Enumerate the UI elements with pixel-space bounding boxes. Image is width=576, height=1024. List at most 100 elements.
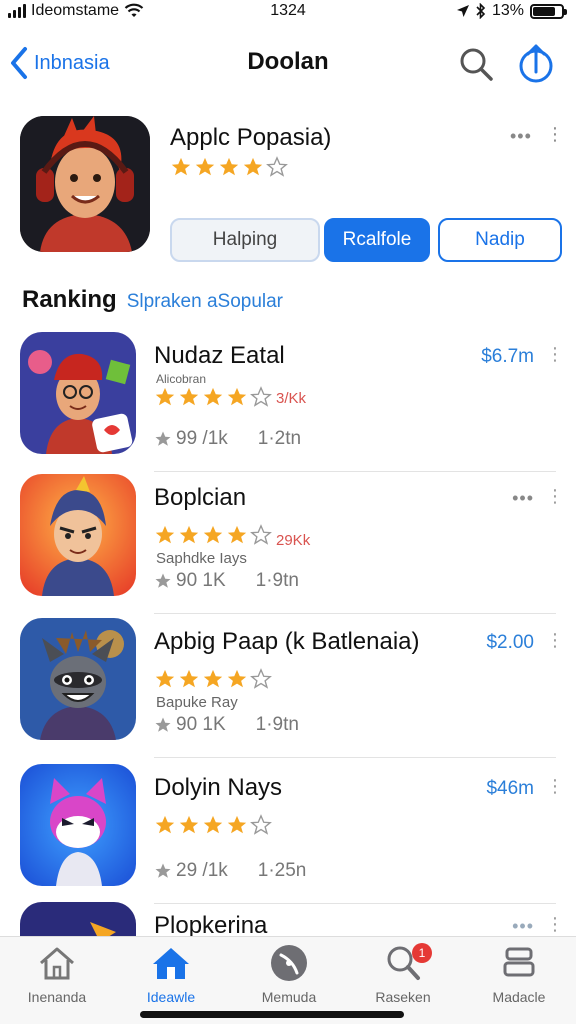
star-filled-icon (203, 669, 223, 688)
review-count: 29Kk (276, 532, 311, 549)
star-filled-icon (155, 387, 175, 406)
app-rating (154, 386, 272, 408)
star-filled-icon (203, 815, 223, 834)
battery-icon (530, 3, 567, 19)
app-rating (154, 814, 272, 836)
list-item[interactable]: Nudaz Eatal $6.7m ⋮ Alicobran 3/Kk 99 /1… (0, 332, 576, 472)
star-empty-icon (250, 814, 272, 835)
star-filled-icon (171, 157, 191, 176)
tab-label: Memuda (261, 989, 317, 1005)
star-filled-icon (179, 669, 199, 688)
tab-madacle[interactable]: Madacle (464, 943, 574, 1015)
app-icon[interactable] (20, 764, 136, 886)
halping-button[interactable]: Halping (170, 218, 320, 262)
share-icon[interactable] (514, 42, 558, 86)
app-name: Plopkerina (154, 912, 268, 936)
tab-inenanda[interactable]: Inenanda (2, 943, 112, 1015)
more-icon[interactable]: ••• (510, 126, 532, 147)
back-label: Inbnasia (34, 51, 110, 74)
size-text: 1·9tn (255, 714, 299, 735)
list-item[interactable]: Apbig Paap (k Batlenaia) $2.00 ⋮ Bapuke … (0, 618, 576, 758)
app-meta: 90 1K 1·9tn (154, 714, 299, 736)
app-artwork-icon (20, 902, 136, 936)
location-icon (456, 5, 469, 17)
star-filled-icon (227, 669, 247, 688)
app-price[interactable]: $2.00 (486, 632, 534, 654)
size-text: 1·2tn (257, 428, 302, 449)
home-indicator[interactable] (140, 1011, 404, 1018)
downloads-text: 29 /1k (176, 860, 228, 881)
tab-ideawle[interactable]: Ideawle (116, 943, 226, 1015)
kebab-menu-icon[interactable]: ⋮ (546, 630, 564, 651)
size-text: 1·9tn (255, 570, 299, 591)
app-name: Nudaz Eatal (154, 342, 285, 369)
star-filled-icon (195, 157, 215, 176)
chevron-left-icon (11, 47, 27, 79)
app-icon[interactable] (20, 474, 136, 596)
featured-app-icon[interactable] (20, 116, 150, 252)
notification-badge: 1 (412, 943, 432, 963)
battery-percent: 13% (491, 2, 524, 19)
app-meta: 29 /1k 1·25n (154, 860, 306, 882)
kebab-menu-icon[interactable]: ⋮ (546, 344, 564, 365)
downloads-text: 90 1K (176, 714, 226, 735)
star-filled-icon (179, 387, 199, 406)
character-avatar-icon (20, 116, 150, 252)
ranking-title: Ranking (22, 286, 117, 313)
ranking-subtitle-link[interactable]: Slpraken aSopular (127, 291, 283, 313)
app-icon[interactable] (20, 332, 136, 454)
rating-meta: 90 1K (154, 570, 226, 592)
rating-meta: 29 /1k (154, 860, 228, 882)
status-right: 13% (456, 2, 567, 20)
cat-character-icon (20, 764, 136, 886)
app-developer: Alicobran (156, 372, 207, 386)
home-outline-icon (40, 947, 74, 980)
downloads-text: 99 /1k (176, 428, 228, 449)
more-icon[interactable]: ••• (512, 916, 534, 936)
star-filled-icon (227, 815, 247, 834)
app-icon[interactable] (20, 618, 136, 740)
status-bar: Ideomstame 1324 13% (0, 0, 576, 26)
back-button[interactable]: Inbnasia (8, 46, 110, 80)
list-item[interactable]: Plopkerina ••• ⋮ (0, 902, 576, 936)
app-developer: Saphdke Iays (156, 550, 247, 567)
more-icon[interactable]: ••• (512, 488, 534, 509)
star-filled-icon (179, 815, 199, 834)
tab-memuda[interactable]: Memuda (234, 943, 344, 1015)
app-rating (154, 668, 272, 690)
tab-label: Ideawle (146, 989, 196, 1005)
app-icon[interactable] (20, 902, 136, 936)
star-outline-icon (155, 863, 171, 878)
nadip-button[interactable]: Nadip (438, 218, 562, 262)
rating-meta: 90 1K (154, 714, 226, 736)
kebab-menu-icon[interactable]: ⋮ (546, 486, 564, 507)
kebab-menu-icon[interactable]: ⋮ (546, 124, 564, 145)
list-item[interactable]: Dolyin Nays $46m ⋮ 29 /1k 1·25n (0, 764, 576, 904)
app-meta: 90 1K 1·9tn (154, 570, 299, 592)
star-outline-icon (155, 431, 171, 446)
featured-app-name[interactable]: Applc Popasia) (170, 124, 331, 152)
list-item[interactable]: Boplcian ••• ⋮ 29Kk Saphdke Iays 90 1K 1… (0, 474, 576, 614)
downloads-text: 90 1K (176, 570, 226, 591)
star-filled-icon (155, 669, 175, 688)
ranking-header: Ranking Slpraken aSopular (22, 286, 283, 314)
nav-bar: Inbnasia Doolan (0, 34, 576, 94)
kebab-menu-icon[interactable]: ⋮ (546, 914, 564, 935)
tab-raseken[interactable]: 1 Raseken (348, 943, 458, 1015)
divider (154, 757, 556, 758)
review-count: 3/Kk (276, 390, 307, 407)
app-price[interactable]: $6.7m (481, 346, 534, 368)
kebab-menu-icon[interactable]: ⋮ (546, 776, 564, 797)
bluetooth-icon (476, 3, 486, 19)
featured-buttons: Halping Rcalfole Nadip (170, 218, 562, 262)
star-filled-icon (203, 525, 223, 544)
star-filled-icon (227, 387, 247, 406)
app-price[interactable]: $46m (486, 778, 534, 800)
rcalfole-button[interactable]: Rcalfole (324, 218, 430, 262)
star-empty-icon (250, 524, 272, 545)
search-icon[interactable] (456, 44, 496, 84)
tab-label: Madacle (492, 989, 546, 1005)
star-filled-icon (155, 815, 175, 834)
battery-fill (533, 6, 556, 16)
featured-rating (170, 156, 288, 178)
